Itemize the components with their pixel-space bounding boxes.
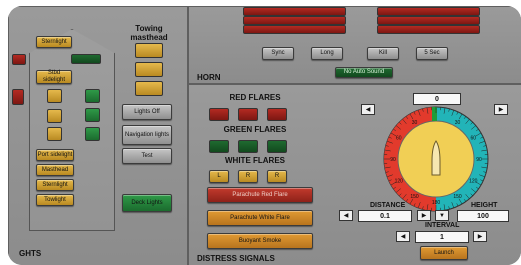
horn-indicator-5	[377, 16, 480, 25]
horn-panel: Sync Long Kill 5 Sec No Auto Sound HORN	[188, 6, 521, 84]
navigation-lights-button[interactable]: Navigation lights	[122, 125, 172, 145]
vessel-lamp-port[interactable]	[12, 54, 26, 65]
dial-label: 180	[432, 200, 441, 206]
vessel-button-sternlight[interactable]: Sternlight	[36, 36, 72, 48]
dial-label: 30	[412, 120, 418, 126]
dial-label: 150	[453, 194, 462, 200]
towing-light-2[interactable]	[135, 62, 163, 77]
horn-indicator-6	[377, 25, 480, 34]
distress-signals-title: DISTRESS SIGNALS	[197, 254, 275, 263]
red-flares-title: RED FLARES	[229, 93, 281, 102]
dial-label: 90	[476, 157, 482, 163]
dial-label: 30	[455, 120, 461, 126]
interval-field[interactable]: 1	[415, 231, 469, 243]
height-field[interactable]: 100	[457, 210, 509, 222]
parachute-white-flare-button[interactable]: Parachute White Flare	[207, 210, 313, 226]
dial-label: 150	[410, 194, 419, 200]
distance-label: DISTANCE	[370, 202, 406, 209]
stbd-light-2[interactable]	[85, 108, 100, 122]
test-button[interactable]: Test	[122, 148, 172, 164]
bearing-dial[interactable]: 30 60 90 120 150 180 150 120 90 60 30	[364, 103, 508, 213]
horn-indicator-3	[243, 25, 346, 34]
horn-indicator-1	[243, 7, 346, 16]
stbd-light-3[interactable]	[85, 127, 100, 141]
app-frame: Sternlight Stbd sidelight Port sidelight…	[8, 6, 521, 265]
horn-kill-button[interactable]: Kill	[367, 47, 399, 60]
green-flares-title: GREEN FLARES	[223, 125, 287, 134]
no-auto-sound-button[interactable]: No Auto Sound	[335, 67, 393, 78]
towing-light-1[interactable]	[135, 43, 163, 58]
vessel-button-port-sidelight[interactable]: Port sidelight	[36, 149, 74, 161]
red-flare-3[interactable]	[267, 108, 287, 121]
vessel-button-sternlight-2[interactable]: Sternlight	[36, 179, 74, 191]
lights-off-button[interactable]: Lights Off	[122, 104, 172, 120]
lights-section-title: GHTS	[19, 249, 42, 258]
buoyant-smoke-button[interactable]: Buoyant Smoke	[207, 233, 313, 249]
horn-long-button[interactable]: Long	[311, 47, 343, 60]
dial-label: 60	[396, 136, 402, 142]
launch-button[interactable]: Launch	[420, 246, 468, 260]
dial-label: 90	[390, 157, 396, 163]
distance-left-arrow[interactable]: ◀	[339, 210, 353, 221]
towing-light-3[interactable]	[135, 81, 163, 96]
masthead-light-1[interactable]	[47, 89, 62, 103]
green-flare-2[interactable]	[238, 140, 258, 153]
vessel-lamp-port-2[interactable]	[12, 89, 24, 105]
red-flare-2[interactable]	[238, 108, 258, 121]
interval-left-arrow[interactable]: ◀	[396, 231, 410, 242]
white-flares-title: WHITE FLARES	[225, 156, 285, 165]
stbd-light-1[interactable]	[85, 89, 100, 103]
red-flare-1[interactable]	[209, 108, 229, 121]
lights-panel: Sternlight Stbd sidelight Port sidelight…	[8, 6, 188, 265]
white-flare-3[interactable]: R	[267, 170, 287, 183]
horn-5sec-button[interactable]: 5 Sec	[416, 47, 448, 60]
horn-sync-button[interactable]: Sync	[262, 47, 294, 60]
deck-lights-button[interactable]: Deck Lights	[122, 194, 172, 212]
towing-masthead-title: Towing masthead	[130, 24, 168, 42]
distance-field[interactable]: 0.1	[358, 210, 412, 222]
white-flare-1[interactable]: L	[209, 170, 229, 183]
horn-title: HORN	[197, 73, 221, 82]
vessel-button-masthead[interactable]: Masthead	[36, 164, 74, 176]
dial-label: 120	[395, 179, 404, 185]
masthead-light-2[interactable]	[47, 109, 62, 123]
vessel-button-stbd-sidelight[interactable]: Stbd sidelight	[36, 70, 72, 84]
horn-indicator-2	[243, 16, 346, 25]
masthead-light-3[interactable]	[47, 127, 62, 141]
parachute-red-flare-button[interactable]: Parachute Red Flare	[207, 187, 313, 203]
green-flare-3[interactable]	[267, 140, 287, 153]
white-flare-2[interactable]: R	[238, 170, 258, 183]
height-label: HEIGHT	[471, 202, 498, 209]
distress-panel: RED FLARES GREEN FLARES WHITE FLARES L R…	[188, 84, 521, 265]
vessel-lamp-stbd[interactable]	[71, 54, 101, 64]
dial-label: 60	[470, 136, 476, 142]
horn-indicator-4	[377, 7, 480, 16]
vessel-button-towlight[interactable]: Towlight	[36, 194, 74, 206]
interval-label: INTERVAL	[425, 222, 460, 229]
interval-right-arrow[interactable]: ▶	[473, 231, 487, 242]
distance-right-arrow[interactable]: ▶	[417, 210, 431, 221]
dial-label: 120	[469, 179, 478, 185]
green-flare-1[interactable]	[209, 140, 229, 153]
height-down-arrow[interactable]: ▼	[435, 210, 449, 221]
